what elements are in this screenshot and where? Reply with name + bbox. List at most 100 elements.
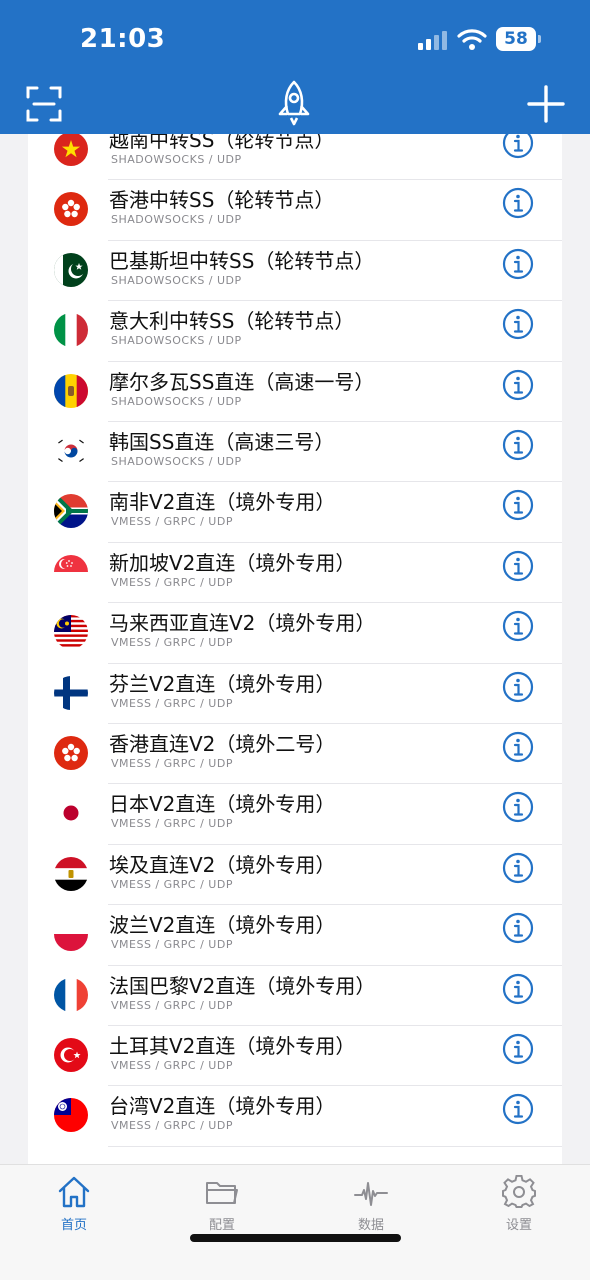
gear-icon [502,1175,536,1208]
flag-japan-icon [54,796,88,831]
add-server-button[interactable] [526,84,566,124]
tab-home[interactable]: 首页 [39,1175,109,1233]
server-row[interactable]: 新加坡V2直连（境外专用） VMESS / GRPC / UDP [28,543,562,604]
server-protocol: VMESS / GRPC / UDP [111,1059,233,1072]
row-divider [108,1145,562,1147]
activity-icon [354,1182,388,1206]
flag-singapore-icon [54,554,88,589]
server-row[interactable]: 芬兰V2直连（境外专用） VMESS / GRPC / UDP [28,664,562,724]
flag-taiwan-icon [54,1098,88,1133]
tab-config-label: 配置 [208,1218,235,1233]
server-name: 香港中转SS（轮转节点） [109,188,335,213]
server-name: 香港直连V2（境外二号） [109,732,336,756]
info-icon[interactable] [502,134,534,159]
flag-egypt-icon [54,856,88,891]
server-protocol: VMESS / GRPC / UDP [111,1119,233,1133]
server-name: 南非V2直连（境外专用） [109,490,336,515]
server-row[interactable]: 台湾V2直连（境外专用） VMESS / GRPC / UDP [28,1086,562,1147]
tab-home-label: 首页 [60,1218,87,1233]
server-row[interactable]: 南非V2直连（境外专用） VMESS / GRPC / UDP [28,482,562,543]
server-name: 新加坡V2直连（境外专用） [109,550,356,575]
flag-finland-icon [54,675,88,710]
server-name: 波兰V2直连（境外专用） [109,913,336,938]
flag-poland-icon [54,917,88,952]
server-row[interactable]: 意大利中转SS（轮转节点） SHADOWSOCKS / UDP [28,301,562,362]
flag-vietnam-icon [54,134,88,166]
server-row[interactable]: 香港中转SS（轮转节点） SHADOWSOCKS / UDP [28,180,562,241]
folder-icon [206,1182,238,1204]
info-icon[interactable] [502,1033,534,1065]
status-time: 21:03 [80,24,166,54]
tab-data-label: 数据 [357,1218,384,1233]
info-icon[interactable] [502,671,534,703]
server-protocol: SHADOWSOCKS / UDP [111,455,242,468]
server-protocol: VMESS / GRPC / UDP [111,938,233,952]
server-name: 土耳其V2直连（境外专用） [109,1034,356,1058]
server-row[interactable]: 埃及直连V2（境外专用） VMESS / GRPC / UDP [28,845,562,906]
server-name: 意大利中转SS（轮转节点） [109,309,355,334]
server-protocol: VMESS / GRPC / UDP [111,636,233,650]
server-name: 马来西亚直连V2（境外专用） [109,611,376,636]
server-protocol: VMESS / GRPC / UDP [111,696,233,710]
server-protocol: VMESS / GRPC / UDP [111,877,233,891]
server-name: 日本V2直连（境外专用） [109,792,336,817]
flag-turkey-icon [54,1038,88,1072]
server-name: 越南中转SS（轮转节点） [109,134,335,152]
server-name: 台湾V2直连（境外专用） [109,1094,336,1119]
server-protocol: SHADOWSOCKS / UDP [111,334,242,348]
flag-italy-icon [54,313,88,348]
server-row[interactable]: 越南中转SS（轮转节点） SHADOWSOCKS / UDP [28,134,562,181]
tab-data[interactable]: 数据 [336,1175,406,1233]
info-icon[interactable] [502,489,534,521]
info-icon[interactable] [502,852,534,884]
server-row[interactable]: 马来西亚直连V2（境外专用） VMESS / GRPC / UDP [28,603,562,664]
server-row[interactable]: 巴基斯坦中转SS（轮转节点） SHADOWSOCKS / UDP [28,241,562,302]
top-bar: 21:03 58 [0,0,590,134]
info-icon[interactable] [502,429,534,461]
server-protocol: VMESS / GRPC / UDP [111,515,233,529]
server-row[interactable]: 日本V2直连（境外专用） VMESS / GRPC / UDP [28,784,562,845]
info-icon[interactable] [502,187,534,219]
flag-pakistan-icon [54,252,88,287]
server-row[interactable]: 土耳其V2直连（境外专用） VMESS / GRPC / UDP [28,1026,562,1087]
info-icon[interactable] [502,248,534,280]
server-row[interactable]: 摩尔多瓦SS直连（高速一号） SHADOWSOCKS / UDP [28,362,562,422]
info-icon[interactable] [502,791,534,823]
tab-bar: 首页 配置 数据 设置 [0,1164,590,1280]
battery-indicator: 58 [496,27,541,51]
cellular-signal-icon [418,30,450,50]
flag-korea-icon [54,434,88,468]
info-icon[interactable] [502,1093,534,1125]
server-protocol: VMESS / GRPC / UDP [111,817,233,831]
server-protocol: SHADOWSOCKS / UDP [111,394,242,408]
server-protocol: VMESS / GRPC / UDP [111,757,233,770]
info-icon[interactable] [502,731,534,763]
scan-qr-icon[interactable] [26,86,62,122]
server-name: 埃及直连V2（境外专用） [109,852,336,877]
server-row[interactable]: 法国巴黎V2直连（境外专用） VMESS / GRPC / UDP [28,966,562,1026]
flag-malaysia-icon [54,615,88,650]
server-name: 法国巴黎V2直连（境外专用） [109,973,376,998]
tab-settings-label: 设置 [505,1218,532,1233]
home-indicator [190,1234,401,1242]
server-row[interactable]: 波兰V2直连（境外专用） VMESS / GRPC / UDP [28,905,562,966]
rocket-icon [278,80,310,126]
info-icon[interactable] [502,308,534,340]
server-row[interactable]: 韩国SS直连（高速三号） SHADOWSOCKS / UDP [28,422,562,483]
info-icon[interactable] [502,912,534,944]
tab-config[interactable]: 配置 [187,1175,257,1233]
info-icon[interactable] [502,610,534,642]
tab-settings[interactable]: 设置 [484,1175,554,1233]
flag-moldova-icon [54,373,88,408]
server-list: 越南中转SS（轮转节点） SHADOWSOCKS / UDP 香港中转SS（轮转节点… [28,134,562,1164]
info-icon[interactable] [502,550,534,582]
flag-southafrica-icon [54,494,88,529]
server-name: 韩国SS直连（高速三号） [109,430,335,454]
flag-hongkong-icon [54,192,88,227]
info-icon[interactable] [502,973,534,1005]
info-icon[interactable] [502,369,534,401]
server-row[interactable]: 香港直连V2（境外二号） VMESS / GRPC / UDP [28,724,562,785]
wifi-icon [457,29,487,50]
server-name: 摩尔多瓦SS直连（高速一号） [109,369,375,394]
server-protocol: SHADOWSOCKS / UDP [111,213,242,227]
